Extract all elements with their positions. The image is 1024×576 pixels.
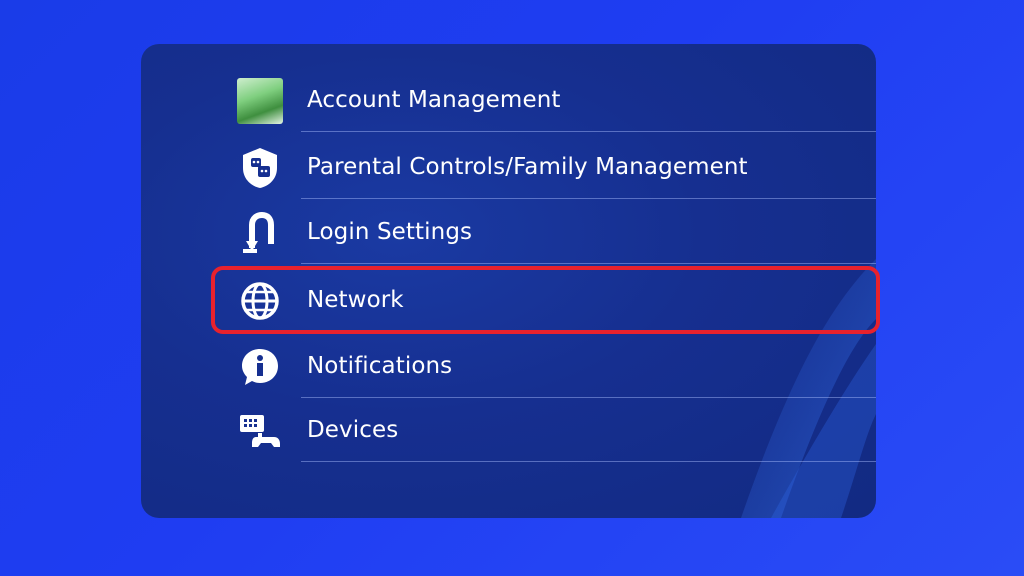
menu-item-network[interactable]: Network [141,268,876,332]
menu-item-account-management[interactable]: Account Management [141,68,876,132]
family-icon [237,145,283,191]
login-icon [237,210,283,256]
divider [301,198,876,199]
divider [301,461,876,462]
menu-item-login-settings[interactable]: Login Settings [141,200,876,264]
menu-item-notifications[interactable]: Notifications [141,334,876,398]
menu-item-label: Devices [307,417,399,443]
info-icon [237,344,283,390]
devices-icon [237,408,283,454]
menu-item-label: Notifications [307,353,453,379]
menu-item-label: Login Settings [307,219,473,245]
menu-item-label: Parental Controls/Family Management [307,154,748,180]
divider [301,131,876,132]
menu-item-parental-controls[interactable]: Parental Controls/Family Management [141,135,876,199]
globe-icon [237,278,283,324]
menu-item-label: Network [307,287,404,313]
settings-panel: Account Management Parental Controls/Fam… [141,44,876,518]
menu-item-label: Account Management [307,87,561,113]
avatar [237,78,283,124]
divider [301,263,876,264]
menu-item-devices[interactable]: Devices [141,398,876,462]
